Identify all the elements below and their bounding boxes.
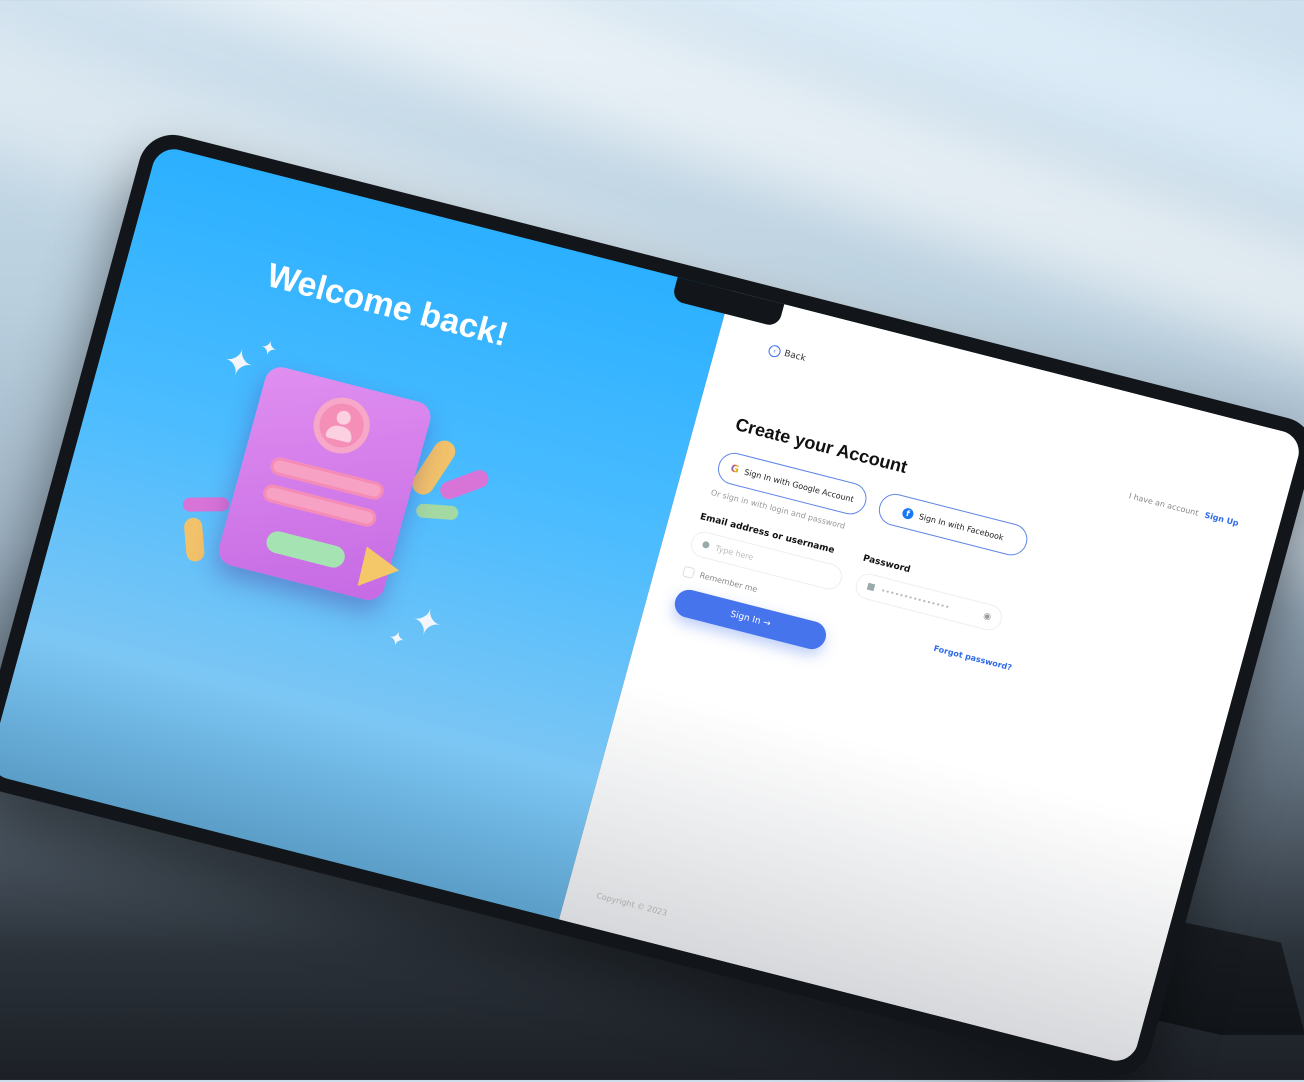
decor-blob (415, 503, 459, 521)
password-value: ••••••••••••••• (879, 585, 951, 612)
avatar-head (335, 409, 353, 427)
sign-in-button[interactable]: Sign In → (671, 586, 830, 653)
sparkle-icon: ✦ (257, 334, 281, 362)
eye-icon[interactable]: ◉ (982, 611, 992, 623)
remember-label: Remember me (698, 570, 759, 595)
avatar-icon (307, 391, 377, 460)
lock-icon: ■ (865, 581, 877, 594)
facebook-sign-in-button[interactable]: f Sign In with Facebook (875, 490, 1032, 559)
password-field[interactable]: ■ ••••••••••••••• ◉ (852, 570, 1005, 634)
copyright-text: Copyright © 2023 (595, 891, 669, 918)
decor-blob (437, 467, 492, 502)
cursor-icon (346, 538, 400, 586)
google-button-label: Sign In with Google Account (743, 467, 855, 504)
illustration-button (263, 528, 348, 570)
forgot-password-link[interactable]: Forgot password? (933, 644, 1013, 673)
have-account-prompt: I have an account Sign Up (1128, 491, 1240, 528)
facebook-icon: f (901, 506, 915, 520)
decor-blob (183, 516, 206, 563)
back-link[interactable]: ‹ Back (767, 343, 807, 365)
sparkle-icon: ✦ (218, 340, 259, 388)
login-card-illustration (215, 363, 435, 604)
checkbox-box[interactable] (681, 565, 696, 579)
back-label: Back (782, 348, 807, 364)
facebook-button-label: Sign In with Facebook (917, 511, 1005, 542)
password-label: Password (861, 553, 912, 576)
sparkle-icon: ✦ (406, 599, 447, 647)
sparkle-icon: ✦ (385, 625, 408, 653)
avatar-body (325, 423, 354, 444)
email-placeholder: Type here (714, 543, 755, 562)
google-icon: G (729, 462, 741, 476)
sign-up-link[interactable]: Sign Up (1203, 511, 1239, 528)
welcome-heading: Welcome back! (262, 256, 513, 354)
have-account-text: I have an account (1127, 491, 1200, 518)
decor-blob (182, 497, 230, 512)
back-circle-icon: ‹ (767, 343, 782, 359)
user-icon: ● (700, 539, 711, 551)
